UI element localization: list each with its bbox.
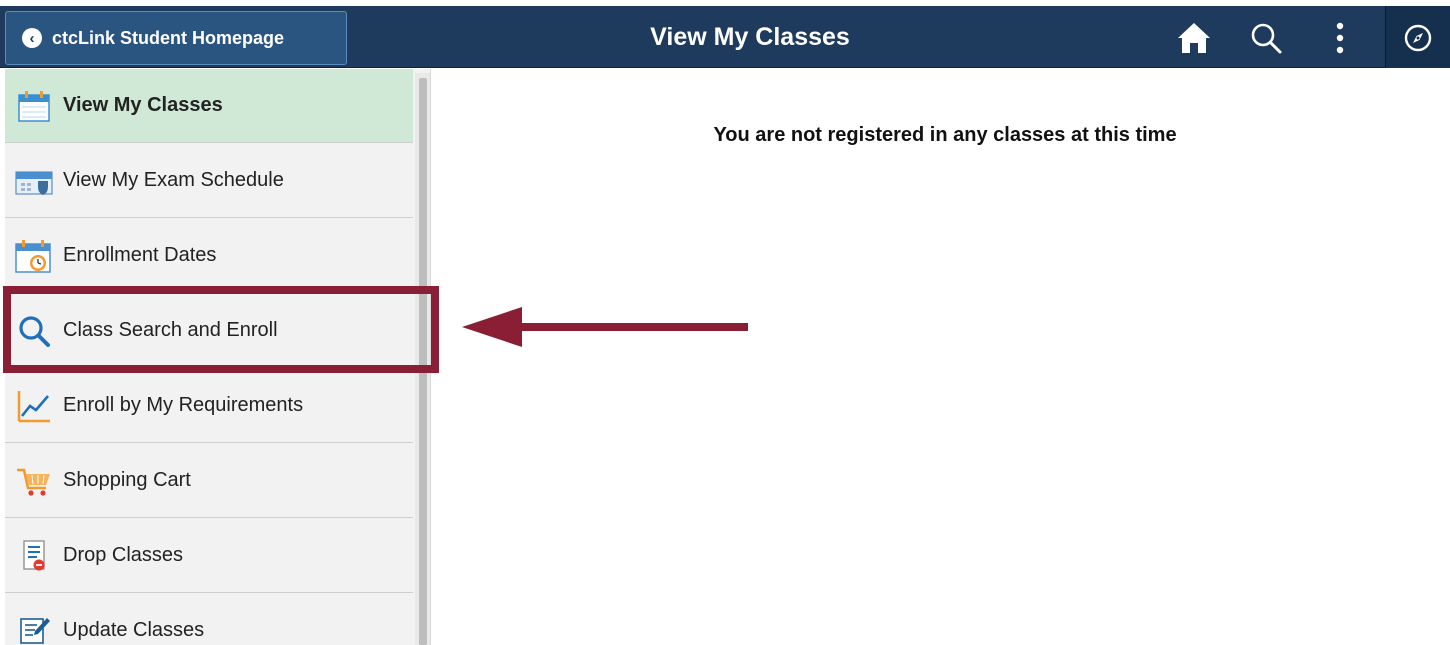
edit-document-icon bbox=[13, 610, 55, 645]
sidebar-item-label: View My Classes bbox=[63, 94, 223, 116]
search-icon[interactable] bbox=[1244, 16, 1288, 60]
back-button-label: ctcLink Student Homepage bbox=[52, 27, 285, 48]
calendar-icon bbox=[13, 85, 55, 127]
annotation-arrow-icon bbox=[462, 307, 748, 347]
sidebar-item-label: Update Classes bbox=[63, 619, 205, 641]
navigator-icon[interactable] bbox=[1396, 16, 1440, 60]
no-classes-message: You are not registered in any classes at… bbox=[713, 124, 1177, 146]
sidebar-item-update-classes[interactable]: Update Classes bbox=[5, 594, 413, 645]
calendar-clock-icon bbox=[13, 235, 55, 277]
sidebar-item-label: Shopping Cart bbox=[63, 469, 191, 491]
sidebar-item-shopping-cart[interactable]: Shopping Cart bbox=[5, 444, 413, 518]
sidebar-item-label: Enroll by My Requirements bbox=[63, 394, 304, 416]
sidebar-item-enrollment-dates[interactable]: Enrollment Dates bbox=[5, 219, 413, 293]
back-to-homepage-button[interactable]: ‹ ctcLink Student Homepage bbox=[5, 11, 347, 65]
annotation-highlight-box bbox=[3, 286, 439, 373]
sidebar-item-label: View My Exam Schedule bbox=[63, 169, 284, 191]
sidebar-item-label: Drop Classes bbox=[63, 544, 184, 566]
page-title: View My Classes bbox=[650, 23, 850, 51]
home-icon[interactable] bbox=[1172, 16, 1216, 60]
sidebar-item-view-my-exam-schedule[interactable]: View My Exam Schedule bbox=[5, 144, 413, 218]
exam-calendar-icon bbox=[13, 160, 55, 202]
sidebar-item-drop-classes[interactable]: Drop Classes bbox=[5, 519, 413, 593]
app-window: ‹ ctcLink Student Homepage View My Class… bbox=[0, 0, 1450, 645]
more-options-icon[interactable] bbox=[1318, 16, 1362, 60]
line-chart-icon bbox=[13, 385, 55, 427]
sidebar-item-enroll-by-my-requirements[interactable]: Enroll by My Requirements bbox=[5, 369, 413, 443]
shopping-cart-icon bbox=[13, 460, 55, 502]
top-header: ‹ ctcLink Student Homepage View My Class… bbox=[0, 6, 1450, 68]
drop-list-icon bbox=[13, 535, 55, 577]
sidebar-item-label: Enrollment Dates bbox=[63, 244, 217, 266]
chevron-left-icon: ‹ bbox=[22, 28, 42, 48]
sidebar-item-view-my-classes[interactable]: View My Classes bbox=[5, 69, 413, 143]
